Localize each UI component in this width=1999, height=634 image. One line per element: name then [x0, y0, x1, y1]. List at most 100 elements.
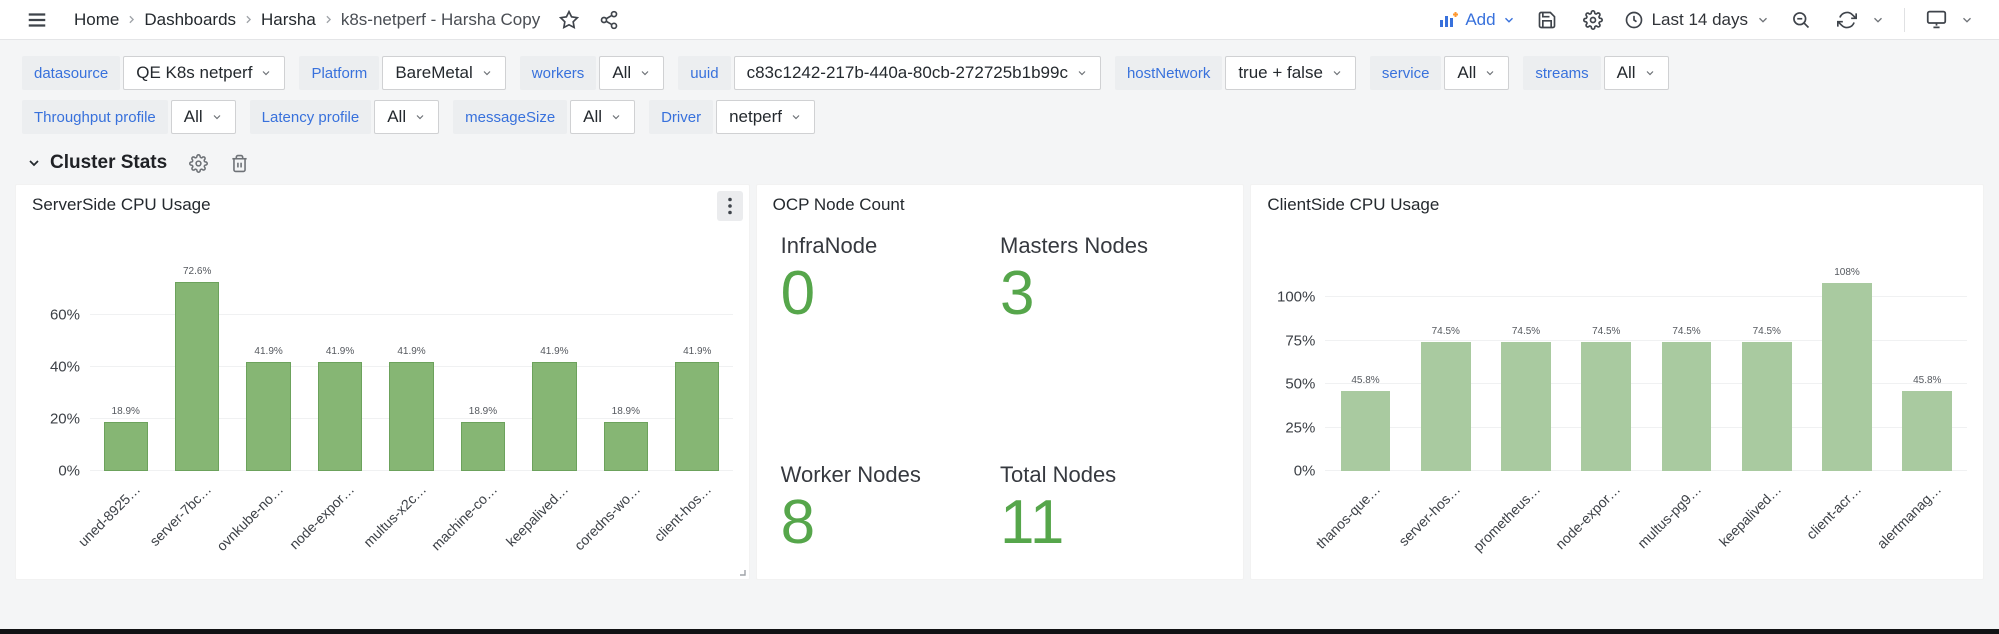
save-dashboard-button[interactable]: [1532, 5, 1562, 35]
hamburger-icon: [26, 9, 48, 31]
bar[interactable]: [103, 421, 148, 471]
favorite-star-button[interactable]: [554, 5, 584, 35]
panel-menu-button[interactable]: [716, 191, 743, 221]
variable-value-dropdown[interactable]: netperf: [716, 100, 816, 134]
bar[interactable]: [1340, 391, 1391, 471]
breadcrumb-item[interactable]: Harsha: [261, 10, 316, 30]
breadcrumb-chevron-icon: [242, 13, 255, 26]
bar-value-label: 18.9%: [468, 405, 498, 417]
time-range-label: Last 14 days: [1651, 9, 1748, 29]
variable-value-dropdown[interactable]: All: [1444, 56, 1510, 90]
breadcrumb-item[interactable]: k8s-netperf - Harsha Copy: [341, 10, 540, 30]
row-delete-trash-icon[interactable]: [230, 154, 249, 173]
bar[interactable]: [603, 421, 648, 471]
variable-value-dropdown[interactable]: All: [1603, 56, 1669, 90]
bar-value-label: 18.9%: [111, 405, 140, 417]
variable-uuid: uuid c83c1242-217b-440a-80cb-272725b1b99c: [678, 56, 1101, 90]
panel-serverside-cpu-usage: ServerSide CPU Usage 0% 20% 40% 60% 18.9% 72.…: [15, 184, 750, 580]
breadcrumb-chevron-icon: [125, 13, 138, 26]
bar[interactable]: [317, 362, 363, 471]
row-title: Cluster Stats: [50, 152, 168, 173]
breadcrumb: Home Dashboards Harsha k8s-netperf - Harsha…: [74, 10, 540, 30]
variable-label: Throughput profile: [22, 100, 168, 134]
dashboard-variables: datasource QE K8s netperf Platform BareMeta…: [0, 40, 1999, 134]
panel-resize-handle[interactable]: [736, 566, 746, 576]
variable-value-dropdown[interactable]: BareMetal: [382, 56, 506, 90]
stat-total-nodes: Total Nodes 11: [1000, 393, 1219, 553]
chevron-down-icon: [610, 111, 622, 123]
variable-label: streams: [1523, 56, 1601, 90]
variable-value-dropdown[interactable]: All: [374, 100, 440, 134]
panel-header[interactable]: ServerSide CPU Usage: [16, 185, 749, 225]
time-range-picker[interactable]: Last 14 days: [1624, 10, 1770, 30]
variable-selected-value: BareMetal: [395, 63, 473, 82]
bar[interactable]: [1661, 341, 1712, 471]
chevron-down-icon: [1960, 13, 1974, 27]
zoom-out-time-button[interactable]: [1786, 5, 1816, 35]
bar-value-label: 74.5%: [1672, 325, 1701, 337]
y-axis-tick-label: 40%: [49, 358, 80, 376]
chevron-down-icon: [1502, 13, 1516, 27]
variable-driver: Driver netperf: [649, 100, 816, 134]
variable-datasource: datasource QE K8s netperf: [22, 56, 286, 90]
tv-kiosk-mode-button[interactable]: [1921, 5, 1951, 35]
stat-value: 8: [780, 488, 816, 558]
bar-value-label: 18.9%: [611, 405, 641, 417]
bar[interactable]: [1420, 341, 1471, 471]
breadcrumb-item[interactable]: Dashboards: [144, 10, 236, 30]
variable-service: service All: [1369, 56, 1510, 90]
chevron-down-icon: [414, 111, 426, 123]
x-axis-tick-label: node-expor…: [286, 481, 358, 553]
chevron-down-icon: [1756, 13, 1770, 27]
bar[interactable]: [1902, 391, 1953, 471]
collapse-row-button[interactable]: [26, 155, 42, 171]
share-button[interactable]: [594, 5, 624, 35]
refresh-interval-dropdown[interactable]: [1868, 5, 1888, 35]
serverside-cpu-bar-chart: 0% 20% 40% 60% 18.9% 72.6% 41.9% 41.9% 41.9% 18.9…: [32, 225, 733, 576]
save-icon: [1537, 10, 1557, 30]
add-panel-button[interactable]: Add: [1439, 10, 1515, 30]
bar-value-label: 72.6%: [182, 266, 212, 278]
variable-value-dropdown[interactable]: All: [170, 100, 236, 134]
refresh-dashboard-button[interactable]: [1832, 5, 1862, 35]
panel-title: OCP Node Count: [772, 195, 905, 214]
bar[interactable]: [1501, 341, 1551, 471]
variable-value-dropdown[interactable]: QE K8s netperf: [123, 56, 286, 90]
panel-title: ClientSide CPU Usage: [1267, 195, 1440, 214]
chevron-down-icon: [1644, 67, 1656, 79]
bar-value-label: 41.9%: [683, 346, 712, 358]
variable-value-dropdown[interactable]: All: [599, 56, 665, 90]
bar[interactable]: [389, 362, 434, 471]
kiosk-mode-dropdown[interactable]: [1957, 5, 1977, 35]
y-axis-tick-label: 25%: [1285, 419, 1316, 437]
x-axis-tick-label: multus-x2c…: [359, 481, 429, 551]
bar-value-label: 45.8%: [1351, 375, 1380, 387]
bar[interactable]: [246, 362, 291, 471]
row-header-cluster-stats: Cluster Stats: [26, 152, 1999, 174]
stat-infranode: InfraNode 0: [781, 233, 1000, 393]
x-axis-tick-label: keepalived…: [503, 481, 572, 550]
variable-selected-value: c83c1242-217b-440a-80cb-272725b1b99c: [746, 63, 1068, 82]
dashboard-settings-button[interactable]: [1578, 5, 1608, 35]
clock-icon: [1624, 10, 1644, 30]
bar[interactable]: [1581, 341, 1632, 471]
variable-platform: Platform BareMetal: [299, 56, 506, 90]
panel-header[interactable]: ClientSide CPU Usage: [1251, 185, 1983, 225]
bar[interactable]: [175, 282, 220, 471]
bar[interactable]: [1822, 283, 1872, 471]
variable-value-dropdown[interactable]: All: [570, 100, 636, 134]
variable-value-dropdown[interactable]: c83c1242-217b-440a-80cb-272725b1b99c: [733, 56, 1101, 90]
bar[interactable]: [460, 421, 506, 471]
bar[interactable]: [532, 362, 577, 471]
bar[interactable]: [675, 362, 720, 471]
bar-value-label: 74.5%: [1592, 325, 1621, 337]
bar[interactable]: [1741, 341, 1792, 471]
x-axis-tick-label: server-7bc…: [146, 481, 215, 549]
breadcrumb-item[interactable]: Home: [74, 10, 119, 30]
menu-button[interactable]: [22, 5, 52, 35]
y-axis-tick-label: 100%: [1277, 288, 1316, 306]
variable-value-dropdown[interactable]: true + false: [1225, 56, 1356, 90]
variable-selected-value: All: [1457, 63, 1477, 82]
panel-header[interactable]: OCP Node Count: [757, 185, 1244, 225]
row-settings-gear-icon[interactable]: [189, 153, 209, 173]
